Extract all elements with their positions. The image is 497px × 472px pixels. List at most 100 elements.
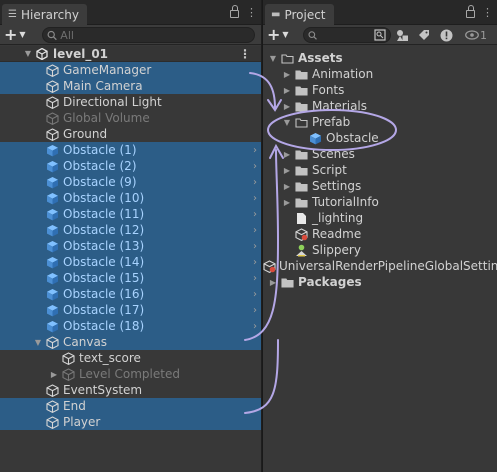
hierarchy-item[interactable]: EventSystem: [0, 382, 261, 398]
project-item[interactable]: UniversalRenderPipelineGlobalSettings: [263, 258, 497, 274]
hierarchy-search-input[interactable]: [60, 28, 254, 42]
lock-icon[interactable]: [230, 5, 239, 18]
panel-menu-icon[interactable]: ⋮: [246, 6, 257, 19]
project-tabbar: ▬ Project ⋮: [263, 0, 497, 25]
hierarchy-item[interactable]: Obstacle (10) ›: [0, 190, 261, 206]
prefab-cube-icon: [44, 239, 60, 253]
chevron-right-icon[interactable]: ›: [253, 145, 257, 156]
hierarchy-item[interactable]: Obstacle (14) ›: [0, 254, 261, 270]
collapse-arrow-icon[interactable]: ▶: [281, 70, 293, 79]
prefab-cube-icon: [44, 207, 60, 221]
hierarchy-item-label: Obstacle (18): [63, 319, 145, 333]
hierarchy-item[interactable]: Global Volume: [0, 110, 261, 126]
expand-arrow-icon[interactable]: ▼: [22, 49, 34, 58]
collapse-arrow-icon[interactable]: ▶: [281, 150, 293, 159]
scene-row[interactable]: ▼ level_01 ⋮: [0, 46, 261, 62]
log-warning-icon[interactable]: [437, 26, 455, 44]
project-item-label: _lighting: [312, 211, 364, 225]
project-item-label: Slippery: [312, 243, 361, 257]
gameobject-cube-icon: [44, 63, 60, 77]
project-item[interactable]: ▶ Fonts: [263, 82, 497, 98]
gameobject-cube-icon: [44, 127, 60, 141]
collapse-arrow-icon[interactable]: ▶: [281, 198, 293, 207]
hierarchy-item[interactable]: Obstacle (13) ›: [0, 238, 261, 254]
project-item-label: Obstacle: [326, 131, 379, 145]
create-asset-button[interactable]: + ▼: [267, 25, 295, 44]
search-scope-icon[interactable]: [371, 26, 389, 44]
project-item[interactable]: Readme: [263, 226, 497, 242]
collapse-arrow-icon[interactable]: ▶: [281, 166, 293, 175]
project-item[interactable]: ▶ TutorialInfo: [263, 194, 497, 210]
chevron-right-icon[interactable]: ›: [253, 193, 257, 204]
create-button[interactable]: + ▼: [4, 25, 32, 44]
hierarchy-item[interactable]: Player: [0, 414, 261, 430]
hierarchy-item[interactable]: Main Camera: [0, 78, 261, 94]
project-item[interactable]: ▶ Materials: [263, 98, 497, 114]
folder-icon: [293, 99, 309, 113]
hierarchy-item[interactable]: Obstacle (18) ›: [0, 318, 261, 334]
hierarchy-item[interactable]: Obstacle (9) ›: [0, 174, 261, 190]
collapse-arrow-icon[interactable]: ▶: [48, 370, 60, 379]
project-item[interactable]: Slippery: [263, 242, 497, 258]
hierarchy-item-label: EventSystem: [63, 383, 143, 397]
hierarchy-item-label: End: [63, 399, 86, 413]
expand-arrow-icon[interactable]: ▼: [32, 338, 44, 347]
project-item[interactable]: Obstacle: [263, 130, 497, 146]
hierarchy-item[interactable]: Obstacle (17) ›: [0, 302, 261, 318]
project-item[interactable]: ▶ Settings: [263, 178, 497, 194]
project-item[interactable]: ▶ Packages: [263, 274, 497, 290]
chevron-right-icon[interactable]: ›: [253, 241, 257, 252]
collapse-arrow-icon[interactable]: ▶: [281, 102, 293, 111]
collapse-arrow-icon[interactable]: ▶: [267, 278, 279, 287]
panel-menu-icon[interactable]: ⋮: [482, 6, 493, 19]
chevron-right-icon[interactable]: ›: [253, 161, 257, 172]
hierarchy-item[interactable]: Directional Light: [0, 94, 261, 110]
hierarchy-item-label: Obstacle (12): [63, 223, 145, 237]
chevron-right-icon[interactable]: ›: [253, 305, 257, 316]
project-item[interactable]: ▼ Assets: [263, 50, 497, 66]
hierarchy-item[interactable]: Obstacle (16) ›: [0, 286, 261, 302]
project-item[interactable]: ▼ Prefab: [263, 114, 497, 130]
hierarchy-item[interactable]: ▶ Level Completed: [0, 366, 261, 382]
tab-project[interactable]: ▬ Project: [265, 4, 334, 25]
project-item[interactable]: ▶ Scenes: [263, 146, 497, 162]
folder-icon: [279, 51, 295, 65]
hierarchy-item[interactable]: ▼ Canvas: [0, 334, 261, 350]
hierarchy-item[interactable]: Obstacle (1) ›: [0, 142, 261, 158]
physics-material-icon: [293, 243, 309, 257]
collapse-arrow-icon[interactable]: ▶: [281, 86, 293, 95]
scene-menu-icon[interactable]: ⋮: [239, 47, 251, 61]
filter-by-label-icon[interactable]: [415, 26, 433, 44]
prefab-cube-icon: [44, 191, 60, 205]
expand-arrow-icon[interactable]: ▼: [267, 54, 279, 63]
collapse-arrow-icon[interactable]: ▶: [281, 182, 293, 191]
hierarchy-search[interactable]: [42, 27, 255, 43]
chevron-right-icon[interactable]: ›: [253, 289, 257, 300]
tab-hierarchy[interactable]: ☰ Hierarchy: [2, 4, 87, 25]
hierarchy-item[interactable]: text_score: [0, 350, 261, 366]
chevron-right-icon[interactable]: ›: [253, 225, 257, 236]
chevron-right-icon[interactable]: ›: [253, 273, 257, 284]
chevron-right-icon[interactable]: ›: [253, 257, 257, 268]
chevron-right-icon[interactable]: ›: [253, 321, 257, 332]
gameobject-cube-icon: [44, 383, 60, 397]
project-item-label: UniversalRenderPipelineGlobalSettings: [279, 259, 497, 273]
chevron-right-icon[interactable]: ›: [253, 177, 257, 188]
visibility-icon[interactable]: 1: [461, 26, 491, 44]
hierarchy-item[interactable]: Obstacle (12) ›: [0, 222, 261, 238]
hierarchy-item[interactable]: Obstacle (2) ›: [0, 158, 261, 174]
chevron-right-icon[interactable]: ›: [253, 209, 257, 220]
project-item[interactable]: ▶ Script: [263, 162, 497, 178]
folder-icon: [293, 195, 309, 209]
project-item[interactable]: _lighting: [263, 210, 497, 226]
hierarchy-item[interactable]: Ground: [0, 126, 261, 142]
hierarchy-item[interactable]: GameManager: [0, 62, 261, 78]
hierarchy-item[interactable]: Obstacle (11) ›: [0, 206, 261, 222]
expand-arrow-icon[interactable]: ▼: [281, 118, 293, 127]
lock-icon[interactable]: [466, 5, 475, 18]
filter-by-type-icon[interactable]: [393, 26, 411, 44]
hierarchy-item[interactable]: End: [0, 398, 261, 414]
project-item-label: Fonts: [312, 83, 345, 97]
hierarchy-item[interactable]: Obstacle (15) ›: [0, 270, 261, 286]
project-item[interactable]: ▶ Animation: [263, 66, 497, 82]
